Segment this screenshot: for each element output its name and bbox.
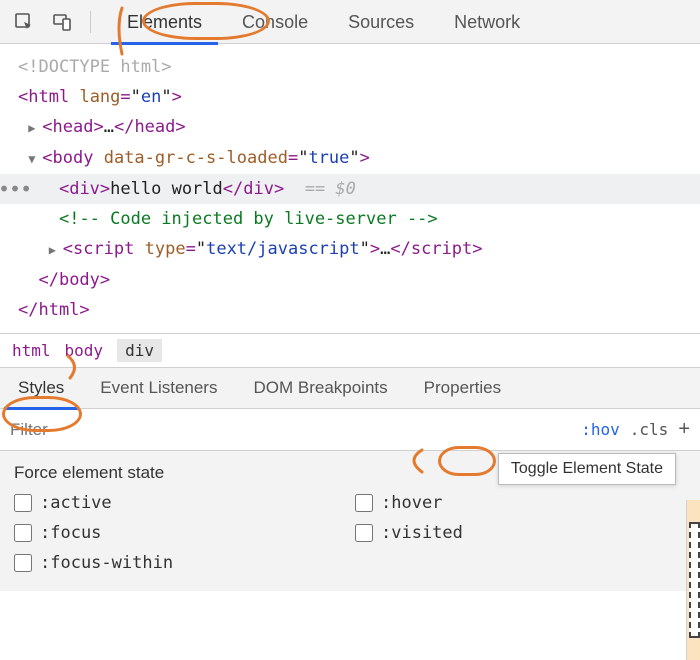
dom-body-open[interactable]: ▼<body data-gr-c-s-loaded="true"> (18, 143, 700, 174)
dom-script[interactable]: ▶<script type="text/javascript">…</scrip… (18, 234, 700, 265)
tab-event-listeners[interactable]: Event Listeners (82, 368, 235, 408)
separator (90, 11, 91, 33)
crumb-html[interactable]: html (12, 341, 51, 360)
dom-body-close[interactable]: </body> (18, 265, 700, 295)
styles-filter-row: :hov .cls + Toggle Element State (0, 409, 700, 451)
tab-sources[interactable]: Sources (328, 1, 434, 43)
cls-toggle-button[interactable]: .cls (630, 420, 669, 439)
tab-dom-breakpoints[interactable]: DOM Breakpoints (235, 368, 405, 408)
dom-html-close[interactable]: </html> (18, 295, 700, 325)
check-focus[interactable]: :focus (14, 523, 345, 543)
tab-styles[interactable]: Styles (0, 368, 82, 408)
breadcrumb: html body div (0, 333, 700, 367)
checkbox-visited[interactable] (355, 524, 373, 542)
check-visited[interactable]: :visited (355, 523, 686, 543)
device-toolbar-icon[interactable] (50, 10, 74, 34)
checkbox-focus[interactable] (14, 524, 32, 542)
box-model-preview (686, 500, 700, 660)
crumb-body[interactable]: body (65, 341, 104, 360)
check-hover[interactable]: :hover (355, 493, 686, 513)
tab-elements[interactable]: Elements (107, 1, 222, 43)
tab-network[interactable]: Network (434, 1, 540, 43)
checkbox-active[interactable] (14, 494, 32, 512)
dom-head[interactable]: ▶<head>…</head> (18, 112, 700, 143)
crumb-div[interactable]: div (117, 339, 162, 362)
dom-tree[interactable]: <!DOCTYPE html> <html lang="en"> ▶<head>… (0, 44, 700, 333)
hov-toggle-button[interactable]: :hov (581, 420, 620, 439)
check-focus-within[interactable]: :focus-within (14, 553, 345, 573)
tooltip: Toggle Element State (498, 453, 676, 485)
tab-console[interactable]: Console (222, 1, 328, 43)
ellipsis-icon[interactable]: ••• (0, 174, 31, 204)
panel-tabs: Elements Console Sources Network (107, 0, 540, 43)
dom-selected-row[interactable]: ••• <div>hello world</div> == $0 (0, 174, 700, 204)
tab-properties[interactable]: Properties (406, 368, 519, 408)
new-style-rule-button[interactable]: + (678, 418, 690, 441)
dom-doctype[interactable]: <!DOCTYPE html> (18, 52, 700, 82)
styles-tabs: Styles Event Listeners DOM Breakpoints P… (0, 367, 700, 409)
styles-filter-input[interactable] (10, 420, 571, 440)
check-active[interactable]: :active (14, 493, 345, 513)
devtools-top-toolbar: Elements Console Sources Network (0, 0, 700, 44)
dom-comment[interactable]: <!-- Code injected by live-server --> (18, 204, 700, 234)
checkbox-hover[interactable] (355, 494, 373, 512)
dom-html-open[interactable]: <html lang="en"> (18, 82, 700, 112)
checkbox-focus-within[interactable] (14, 554, 32, 572)
inspect-element-icon[interactable] (12, 10, 36, 34)
